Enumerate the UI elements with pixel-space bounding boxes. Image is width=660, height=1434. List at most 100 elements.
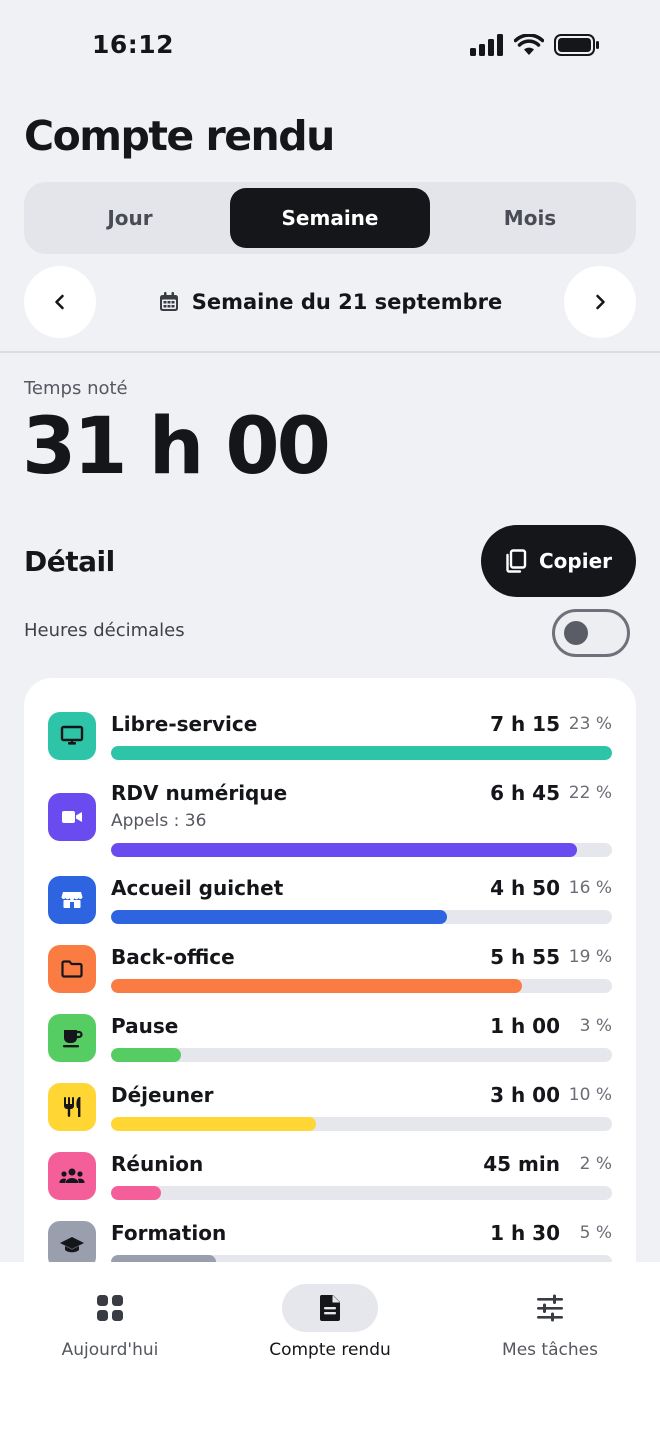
category-name: Déjeuner <box>111 1083 214 1107</box>
tab-mois[interactable]: Mois <box>430 188 630 248</box>
coffee-icon <box>63 1030 83 1048</box>
copy-button-label: Copier <box>538 549 613 573</box>
category-icon-box <box>48 1152 96 1200</box>
status-time: 16:12 <box>92 30 175 59</box>
tab-semaine[interactable]: Semaine <box>230 188 430 248</box>
category-value: 7 h 15 <box>490 712 560 736</box>
category-icon-box <box>48 945 96 993</box>
category-row-dejeuner[interactable]: Déjeuner 3 h 00 10 % <box>24 1083 636 1143</box>
total-time-label: Temps noté <box>24 378 128 399</box>
category-value: 3 h 00 <box>490 1083 560 1107</box>
status-icons <box>470 34 600 56</box>
category-icon-box <box>48 793 96 841</box>
decimal-hours-toggle[interactable] <box>552 609 630 657</box>
category-row-accueil-guichet[interactable]: Accueil guichet 4 h 50 16 % <box>24 876 636 936</box>
category-percent: 3 % <box>579 1016 612 1036</box>
week-navigator: Semaine du 21 septembre <box>24 266 636 338</box>
calendar-icon <box>159 292 178 311</box>
week-label: Semaine du 21 septembre <box>191 290 503 314</box>
wifi-icon <box>514 34 544 55</box>
nav-tab-label: Mes tâches <box>502 1340 598 1360</box>
category-name: RDV numérique <box>111 781 288 805</box>
category-progress-track <box>111 979 612 993</box>
period-segmented-control: Jour Semaine Mois <box>24 182 636 254</box>
nav-tab-pill <box>62 1284 158 1332</box>
category-percent: 23 % <box>568 714 612 734</box>
category-name: Pause <box>111 1014 179 1038</box>
nav-tab-aujourdhui[interactable]: Aujourd'hui <box>0 1284 220 1360</box>
category-row-libre-service[interactable]: Libre-service 7 h 15 23 % <box>24 712 636 772</box>
chevron-left-icon <box>55 294 64 310</box>
category-progress-fill <box>111 1117 317 1131</box>
category-name: Libre-service <box>111 712 258 736</box>
nav-tab-label: Compte rendu <box>269 1340 391 1360</box>
category-icon-box <box>48 712 96 760</box>
category-value: 5 h 55 <box>490 945 560 969</box>
nav-tab-label: Aujourd'hui <box>61 1340 159 1360</box>
category-percent: 10 % <box>568 1085 612 1105</box>
divider <box>0 351 660 353</box>
category-progress-track <box>111 843 612 857</box>
category-progress-track <box>111 910 612 924</box>
category-percent: 22 % <box>568 783 612 803</box>
categories-card: Libre-service 7 h 15 23 % RDV numérique … <box>24 678 636 1318</box>
category-progress-fill <box>111 843 577 857</box>
signal-icon <box>470 34 503 56</box>
week-selector[interactable]: Semaine du 21 septembre <box>158 290 503 314</box>
category-icon-box <box>48 1083 96 1131</box>
category-percent: 16 % <box>568 878 612 898</box>
page-title: Compte rendu <box>24 112 335 160</box>
category-progress-track <box>111 1048 612 1062</box>
category-name: Back-office <box>111 945 235 969</box>
category-row-reunion[interactable]: Réunion 45 min 2 % <box>24 1152 636 1212</box>
chevron-right-icon <box>596 294 605 310</box>
copy-button[interactable]: Copier <box>481 525 636 597</box>
detail-heading: Détail <box>24 545 115 578</box>
status-bar: 16:12 <box>0 0 660 96</box>
category-icon-box <box>48 1014 96 1062</box>
nav-tab-pill <box>502 1284 598 1332</box>
tab-jour[interactable]: Jour <box>30 188 230 248</box>
category-progress-fill <box>111 1048 182 1062</box>
dashboard-icon <box>97 1295 123 1321</box>
category-row-back-office[interactable]: Back-office 5 h 55 19 % <box>24 945 636 1005</box>
decimal-hours-label: Heures décimales <box>24 620 185 641</box>
storefront-icon <box>61 892 83 908</box>
bottom-navigation: Aujourd'hui Compte rendu Mes tâches <box>0 1262 660 1434</box>
category-progress-fill <box>111 1186 162 1200</box>
previous-week-button[interactable] <box>24 266 96 338</box>
category-name: Réunion <box>111 1152 204 1176</box>
category-percent: 5 % <box>579 1223 612 1243</box>
sliders-icon <box>537 1294 563 1322</box>
document-icon <box>319 1295 340 1321</box>
category-progress-track <box>111 746 612 760</box>
category-row-pause[interactable]: Pause 1 h 00 3 % <box>24 1014 636 1074</box>
category-percent: 2 % <box>579 1154 612 1174</box>
next-week-button[interactable] <box>564 266 636 338</box>
category-name: Formation <box>111 1221 227 1245</box>
battery-icon <box>554 34 599 56</box>
category-progress-track <box>111 1117 612 1131</box>
category-value: 6 h 45 <box>490 781 560 805</box>
utensils-icon <box>64 1097 81 1117</box>
category-row-rdv-numerique[interactable]: RDV numérique Appels : 36 6 h 45 22 % <box>24 781 636 861</box>
category-icon-box <box>48 876 96 924</box>
copy-icon <box>506 549 527 573</box>
total-time-value: 31 h 00 <box>22 402 331 492</box>
nav-tab-mes-taches[interactable]: Mes tâches <box>440 1284 660 1360</box>
graduation-cap-icon <box>60 1237 84 1253</box>
nav-tab-compte-rendu[interactable]: Compte rendu <box>220 1284 440 1360</box>
category-value: 1 h 00 <box>490 1014 560 1038</box>
folder-icon <box>61 960 83 978</box>
category-value: 1 h 30 <box>490 1221 560 1245</box>
group-icon <box>59 1168 85 1183</box>
category-name: Accueil guichet <box>111 876 284 900</box>
category-value: 4 h 50 <box>490 876 560 900</box>
category-progress-track <box>111 1186 612 1200</box>
category-value: 45 min <box>483 1152 560 1176</box>
nav-tab-pill <box>282 1284 378 1332</box>
video-icon <box>62 811 82 823</box>
monitor-icon <box>60 725 84 745</box>
category-percent: 19 % <box>568 947 612 967</box>
category-progress-fill <box>111 746 612 760</box>
